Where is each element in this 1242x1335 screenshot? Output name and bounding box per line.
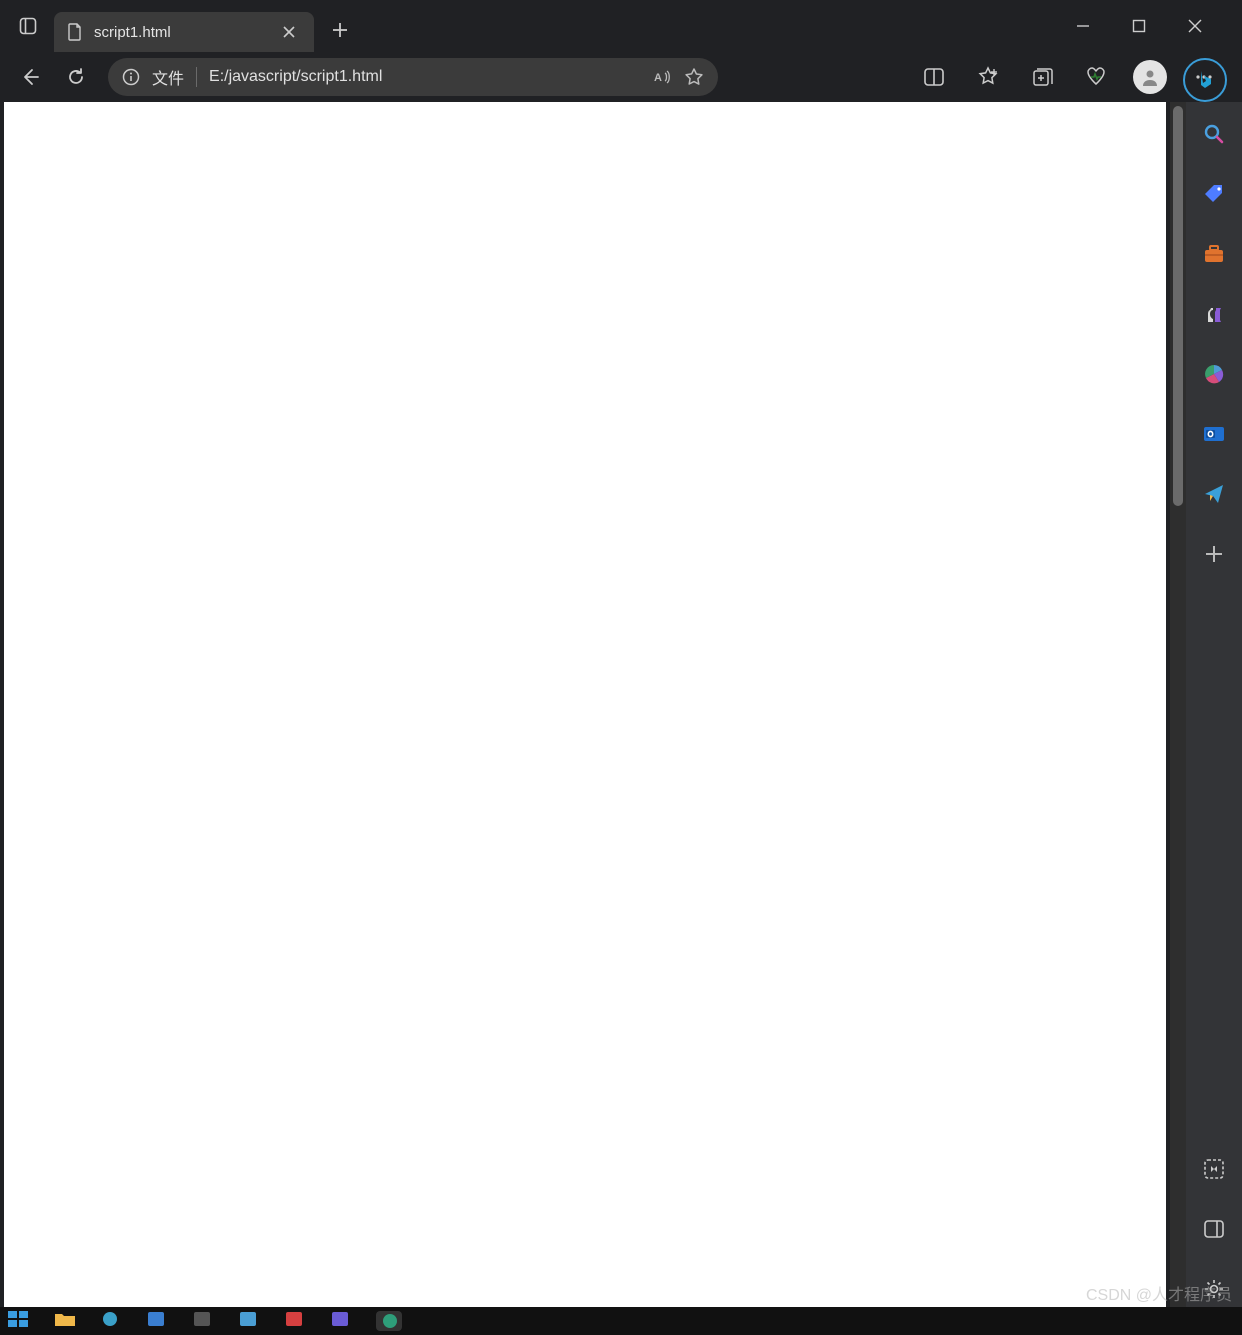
star-icon[interactable] <box>684 67 704 87</box>
taskbar-start-button[interactable] <box>8 1311 34 1331</box>
copilot-button[interactable] <box>1183 58 1227 102</box>
read-aloud-icon[interactable]: A <box>652 67 672 87</box>
collections-button[interactable] <box>1022 57 1062 97</box>
file-icon <box>66 23 84 41</box>
address-path: E:/javascript/script1.html <box>209 68 640 86</box>
sidebar-search-button[interactable] <box>1196 116 1232 152</box>
sidebar-screenshot-button[interactable] <box>1196 1151 1232 1187</box>
scrollbar-thumb[interactable] <box>1173 106 1183 506</box>
titlebar: script1.html <box>0 0 1242 52</box>
app-icon <box>238 1311 258 1327</box>
page-viewport[interactable] <box>4 102 1166 1307</box>
folder-icon <box>54 1311 76 1327</box>
search-icon <box>1202 122 1226 146</box>
tab-actions-button[interactable] <box>10 8 46 44</box>
heartbeat-icon <box>1085 66 1107 88</box>
sidebar-send-button[interactable] <box>1196 476 1232 512</box>
new-tab-button[interactable] <box>322 12 358 48</box>
taskbar-app4-button[interactable] <box>238 1311 264 1331</box>
circle-icon <box>100 1311 120 1327</box>
maximize-button[interactable] <box>1126 13 1152 39</box>
app-icon <box>192 1311 212 1327</box>
address-scheme-label: 文件 <box>152 65 184 89</box>
sidebar-settings-button[interactable] <box>1196 1271 1232 1307</box>
gear-icon <box>1203 1278 1225 1300</box>
address-bar[interactable]: 文件 E:/javascript/script1.html A <box>108 58 718 96</box>
taskbar-explorer-button[interactable] <box>54 1311 80 1331</box>
back-button[interactable] <box>10 57 50 97</box>
sidebar-add-button[interactable] <box>1196 536 1232 572</box>
taskbar-edge-button[interactable] <box>376 1311 402 1331</box>
plus-icon <box>1204 544 1224 564</box>
taskbar-app5-button[interactable] <box>284 1311 310 1331</box>
split-screen-icon <box>923 66 945 88</box>
briefcase-icon <box>1202 242 1226 266</box>
sidebar-m365-button[interactable] <box>1196 356 1232 392</box>
plus-icon <box>332 22 348 38</box>
browser-tab[interactable]: script1.html <box>54 12 314 52</box>
microsoft-365-icon <box>1202 362 1226 386</box>
sidebar-games-button[interactable] <box>1196 296 1232 332</box>
collections-icon <box>1031 66 1053 88</box>
tab-close-button[interactable] <box>276 19 302 45</box>
sidebar-shopping-button[interactable] <box>1196 176 1232 212</box>
profile-button[interactable] <box>1130 57 1170 97</box>
taskbar-app3-button[interactable] <box>192 1311 218 1331</box>
info-icon[interactable] <box>122 68 140 86</box>
chess-icon <box>1202 302 1226 326</box>
refresh-button[interactable] <box>56 57 96 97</box>
arrow-left-icon <box>20 67 40 87</box>
taskbar-app1-button[interactable] <box>100 1311 126 1331</box>
minimize-button[interactable] <box>1070 13 1096 39</box>
edge-icon <box>380 1313 400 1329</box>
taskbar-app6-button[interactable] <box>330 1311 356 1331</box>
favorites-icon <box>977 66 999 88</box>
tab-title: script1.html <box>94 24 266 41</box>
tag-icon <box>1202 182 1226 206</box>
sidebar-tools-button[interactable] <box>1196 236 1232 272</box>
scrollbar[interactable] <box>1170 102 1186 1307</box>
maximize-icon <box>1132 19 1146 33</box>
performance-button[interactable] <box>1076 57 1116 97</box>
svg-text:A: A <box>654 72 662 84</box>
split-screen-button[interactable] <box>914 57 954 97</box>
taskbar-app2-button[interactable] <box>146 1311 172 1331</box>
avatar <box>1133 60 1167 94</box>
refresh-icon <box>66 67 86 87</box>
sidebar <box>1186 102 1242 1307</box>
person-icon <box>1139 66 1161 88</box>
toolbar: 文件 E:/javascript/script1.html A <box>0 52 1242 102</box>
favorites-button[interactable] <box>968 57 1008 97</box>
panel-icon <box>1203 1218 1225 1240</box>
window-controls <box>1070 13 1232 39</box>
taskbar <box>0 1307 1242 1335</box>
close-window-button[interactable] <box>1182 13 1208 39</box>
windows-icon <box>8 1311 30 1327</box>
paper-plane-icon <box>1202 482 1226 506</box>
sidebar-split-button[interactable] <box>1196 1211 1232 1247</box>
bing-icon <box>1193 68 1217 92</box>
app-icon <box>284 1311 304 1327</box>
app-icon <box>146 1311 166 1327</box>
content-area <box>0 102 1242 1307</box>
tab-actions-icon <box>18 16 38 36</box>
app-icon <box>330 1311 350 1327</box>
close-icon <box>283 26 295 38</box>
minimize-icon <box>1076 19 1090 33</box>
sidebar-outlook-button[interactable] <box>1196 416 1232 452</box>
outlook-icon <box>1202 422 1226 446</box>
screenshot-icon <box>1203 1158 1225 1180</box>
separator <box>196 67 197 87</box>
close-icon <box>1188 19 1202 33</box>
